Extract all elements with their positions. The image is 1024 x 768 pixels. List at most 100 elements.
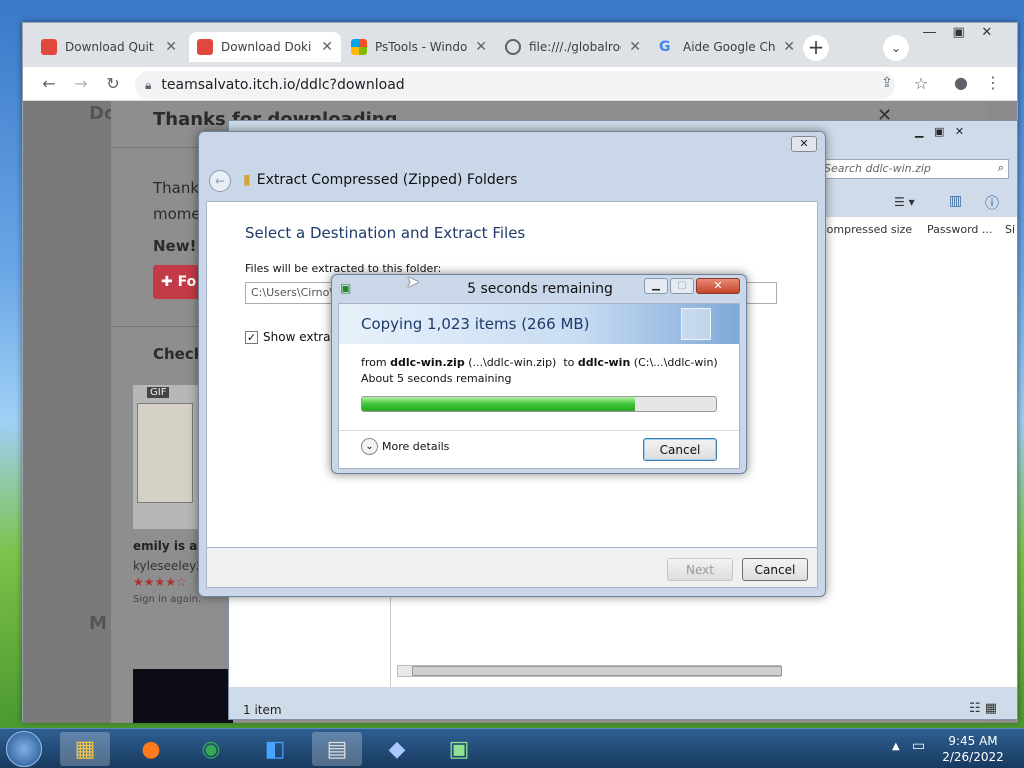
search-input[interactable]: Search ddlc-win.zip ⌕ [819,159,1009,179]
dialog-footer: Next Cancel [206,548,818,588]
close-window-icon[interactable]: ✕ [981,25,992,40]
view-toggle-icon[interactable]: ☰ ▾ [894,195,915,209]
preview-pane-icon[interactable]: ▥ [949,193,962,209]
google-icon: G [659,39,671,55]
tab-pstools[interactable]: PsTools - Windo ✕ [343,32,495,62]
forward-arrow-icon[interactable]: → [69,74,93,93]
minimize-icon[interactable]: ▁ [644,278,668,294]
col-si[interactable]: Si [1005,223,1015,236]
col-password[interactable]: Password ... [927,223,992,236]
zip-folder-icon: ▮ [243,172,251,188]
virtualbox-icon[interactable]: ◆ [372,732,422,766]
tab-download-quit[interactable]: Download Quit ✕ [33,32,185,62]
plus-icon: ✚ [161,274,178,290]
close-tab-icon[interactable]: ✕ [783,39,795,55]
tray-expand-icon[interactable]: ▲ [892,741,900,752]
bookmark-star-icon[interactable]: ☆ [909,74,933,93]
windows-favicon-icon [351,39,367,55]
url-text: teamsalvato.itch.io/ddlc?download [161,77,405,93]
from-to-line: from ddlc-win.zip (...\ddlc-win.zip) to … [361,356,718,369]
copy-progress-dialog: ▣ 5 seconds remaining ▁ ▢ ✕ Copying 1,02… [331,274,747,474]
card-meta: Sign in again. [133,594,202,605]
progress-body: Copying 1,023 items (266 MB) from ddlc-w… [338,303,740,469]
source-name[interactable]: ddlc-win.zip [390,356,465,369]
menu-icon[interactable]: ⋮ [981,73,1005,92]
game-card-image[interactable]: GIF [133,385,199,529]
tab-aide-google[interactable]: G Aide Google Ch ✕ [651,32,803,62]
status-bar: 1 item [243,703,282,717]
card-author[interactable]: kyleseeley2 [133,559,204,573]
maximize-icon[interactable]: ▢ [670,278,694,294]
globe-icon [505,39,521,55]
progress-header: Copying 1,023 items (266 MB) [339,304,739,344]
reload-icon[interactable]: ↻ [101,74,125,93]
next-button[interactable]: Next [667,558,733,581]
tab-strip: Download Quit ✕ Download Doki ✕ PsTools … [23,23,1017,67]
time-text: 9:45 AM [948,734,998,748]
mouse-cursor-icon: ➤ [406,272,420,291]
cancel-button[interactable]: Cancel [643,438,717,461]
browser-toolbar: ← → ↻ 🔒︎ teamsalvato.itch.io/ddlc?downlo… [23,67,1017,101]
start-button[interactable] [6,731,42,767]
clock[interactable]: 9:45 AM 2/26/2022 [936,733,1010,765]
chrome-icon[interactable]: ◉ [186,732,236,766]
explorer-controls: ▁ ▣ ✕ [915,125,964,138]
maximize-icon[interactable]: ▣ [953,25,965,40]
minimize-icon[interactable]: ― [923,25,936,40]
close-tab-icon[interactable]: ✕ [321,39,333,55]
security-shield-icon[interactable]: ◧ [250,732,300,766]
wizard-cancel-button[interactable]: Cancel [742,558,808,581]
left-gutter: Do M [23,101,116,723]
performance-monitor-icon[interactable]: ▤ [312,732,362,766]
documents-icon [681,308,711,340]
maximize-icon[interactable]: ▣ [934,125,944,138]
destination-name[interactable]: ddlc-win [578,356,630,369]
scroll-thumb[interactable] [412,666,782,676]
close-tab-icon[interactable]: ✕ [165,39,177,55]
minimize-icon[interactable]: ▁ [915,125,923,138]
horizontal-scrollbar[interactable] [397,665,782,677]
col-compressed-size[interactable]: Compressed size [819,223,912,236]
game-thumbnail[interactable] [133,669,233,723]
help-icon[interactable]: ⓘ [985,193,999,213]
firefox-icon[interactable]: ● [126,732,176,766]
tab-file[interactable]: file:///./globalroo ✕ [497,32,649,62]
address-bar[interactable]: 🔒︎ teamsalvato.itch.io/ddlc?download [135,71,895,99]
chevron-down-icon[interactable]: ⌄ [361,438,378,455]
explorer-taskbar-icon[interactable]: ▦ [60,732,110,766]
close-window-icon[interactable]: ✕ [955,125,964,138]
progress-fill [362,397,635,411]
date-text: 2/26/2022 [942,750,1004,764]
rating-stars: ★★★★☆ [133,575,187,589]
dialog-title: ▮ Extract Compressed (Zipped) Folders [243,172,518,188]
close-tab-icon[interactable]: ✕ [475,39,487,55]
close-window-icon[interactable]: ✕ [696,278,740,294]
close-tab-icon[interactable]: ✕ [629,39,641,55]
tab-download-doki[interactable]: Download Doki ✕ [189,32,341,62]
progress-window-controls: ▁ ▢ ✕ [644,278,740,294]
wizard-heading: Select a Destination and Extract Files [245,224,526,242]
taskbar: ▦ ● ◉ ◧ ▤ ◆ ▣ ▲ ▭ 9:45 AM 2/26/2022 [0,728,1024,768]
more-details-toggle[interactable]: ⌄ More details [361,438,449,455]
back-arrow-icon[interactable]: ← [209,170,231,192]
share-icon[interactable]: ⇪ [875,75,899,91]
progress-bar [361,396,717,412]
checkbox-icon[interactable]: ✓ [245,330,258,344]
moment-text: mome [153,205,201,223]
task-manager-icon[interactable]: ▣ [434,732,484,766]
search-icon: ⌕ [997,161,1004,174]
lock-icon: 🔒︎ [145,77,152,92]
profile-icon[interactable]: ● [949,73,973,92]
back-arrow-icon[interactable]: ← [37,74,61,93]
gif-badge: GIF [147,387,170,398]
check-heading: Check [153,345,204,363]
view-icons[interactable]: ☷ ▦ [969,701,997,716]
new-tab-button[interactable]: + [803,35,829,61]
time-remaining: About 5 seconds remaining [361,372,512,385]
tab-search-icon[interactable]: ⌄ [883,35,909,61]
close-dialog-icon[interactable]: ✕ [791,136,817,152]
window-controls: ― ▣ ✕ [923,25,992,40]
itch-favicon-icon [197,39,213,55]
network-icon[interactable]: ▭ [912,738,925,754]
itch-favicon-icon [41,39,57,55]
